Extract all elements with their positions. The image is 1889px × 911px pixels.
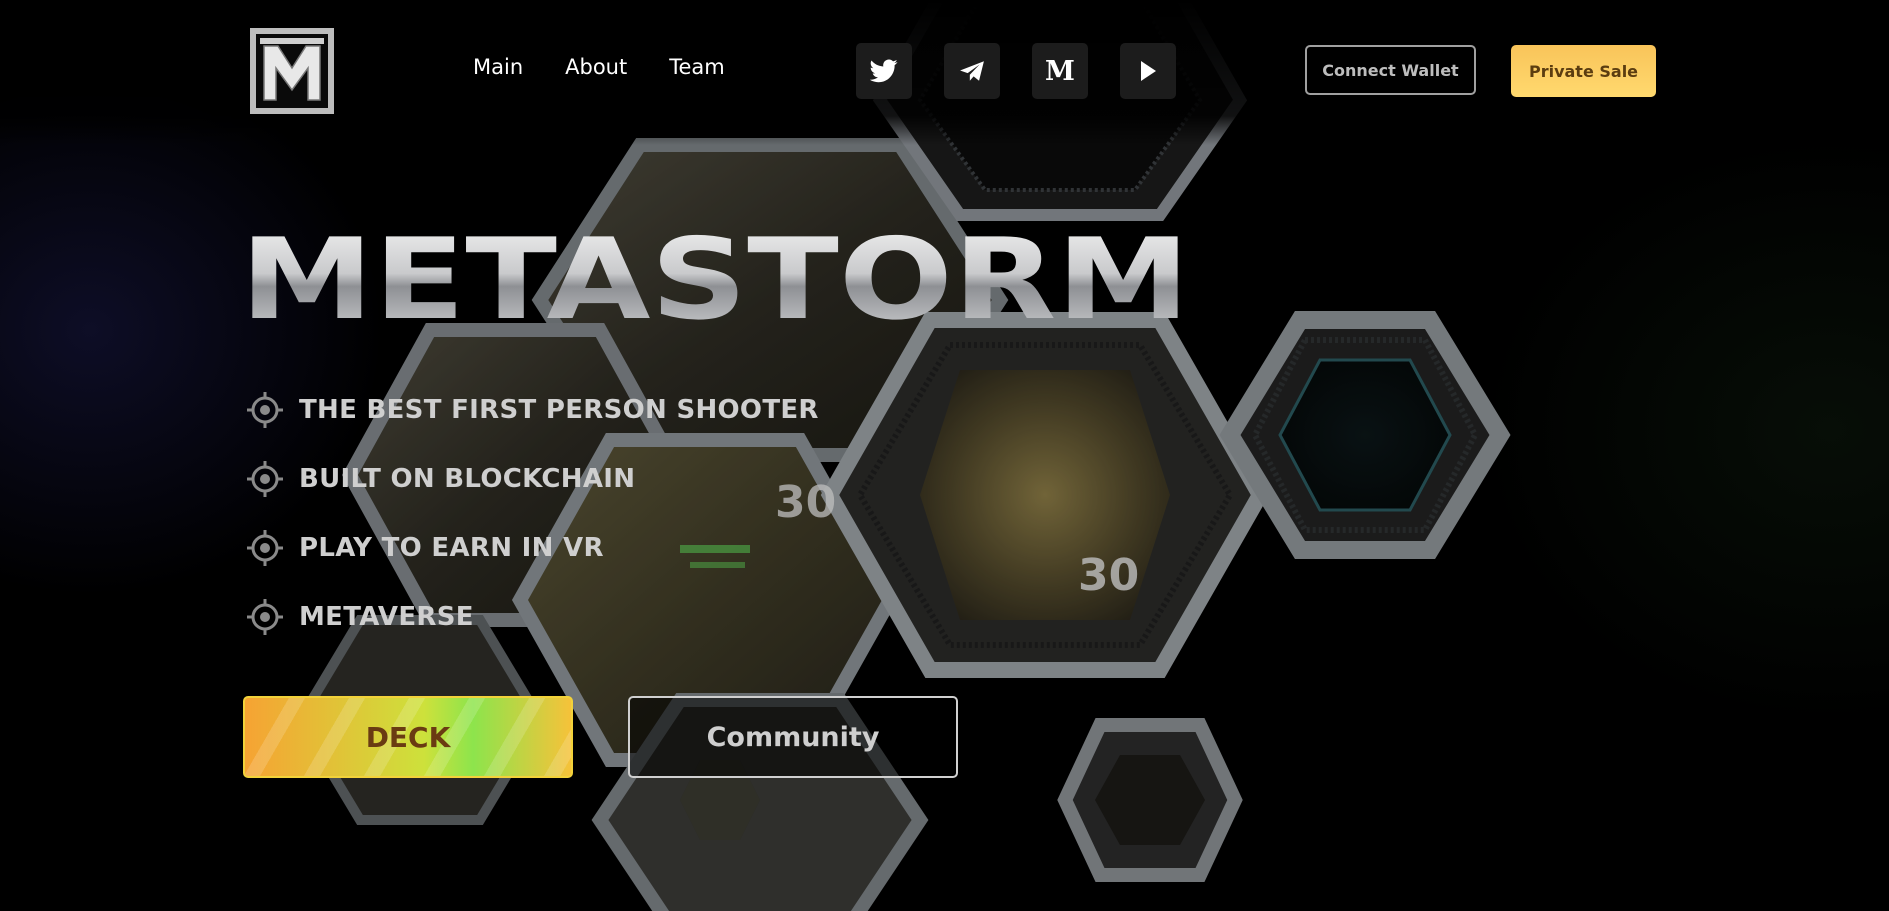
crosshair-icon: [247, 392, 283, 428]
youtube-play-icon: [1141, 61, 1156, 81]
feature-text: METAVERSE: [299, 602, 474, 632]
deck-button[interactable]: DECK: [243, 696, 573, 778]
social-links: M: [856, 43, 1208, 99]
hud-number-2: 30: [1078, 550, 1139, 601]
youtube-button[interactable]: [1120, 43, 1176, 99]
metastorm-logo[interactable]: [250, 28, 334, 114]
crosshair-icon: [247, 599, 283, 635]
twitter-icon: [870, 59, 898, 83]
nav-item-team[interactable]: Team: [669, 55, 725, 79]
hero-title: METASTORM: [240, 222, 1190, 332]
telegram-button[interactable]: [944, 43, 1000, 99]
nav-item-about[interactable]: About: [565, 55, 627, 79]
list-item: METAVERSE: [245, 597, 819, 637]
feature-text: PLAY TO EARN IN VR: [299, 533, 604, 563]
community-button[interactable]: Community: [628, 696, 958, 778]
telegram-icon: [960, 61, 984, 81]
list-item: THE BEST FIRST PERSON SHOOTER: [245, 390, 819, 430]
feature-text: THE BEST FIRST PERSON SHOOTER: [299, 395, 819, 425]
nav-item-main[interactable]: Main: [473, 55, 523, 79]
medium-icon: M: [1045, 55, 1075, 87]
list-item: BUILT ON BLOCKCHAIN: [245, 459, 819, 499]
feature-text: BUILT ON BLOCKCHAIN: [299, 464, 636, 494]
feature-list: THE BEST FIRST PERSON SHOOTER BUILT ON B…: [245, 390, 819, 666]
main-nav: Main About Team: [473, 55, 767, 79]
private-sale-button[interactable]: Private Sale: [1511, 45, 1656, 97]
crosshair-icon: [247, 461, 283, 497]
twitter-button[interactable]: [856, 43, 912, 99]
connect-wallet-button[interactable]: Connect Wallet: [1305, 45, 1476, 95]
medium-button[interactable]: M: [1032, 43, 1088, 99]
crosshair-icon: [247, 530, 283, 566]
list-item: PLAY TO EARN IN VR: [245, 528, 819, 568]
hero-title-text: METASTORM: [240, 222, 1190, 332]
